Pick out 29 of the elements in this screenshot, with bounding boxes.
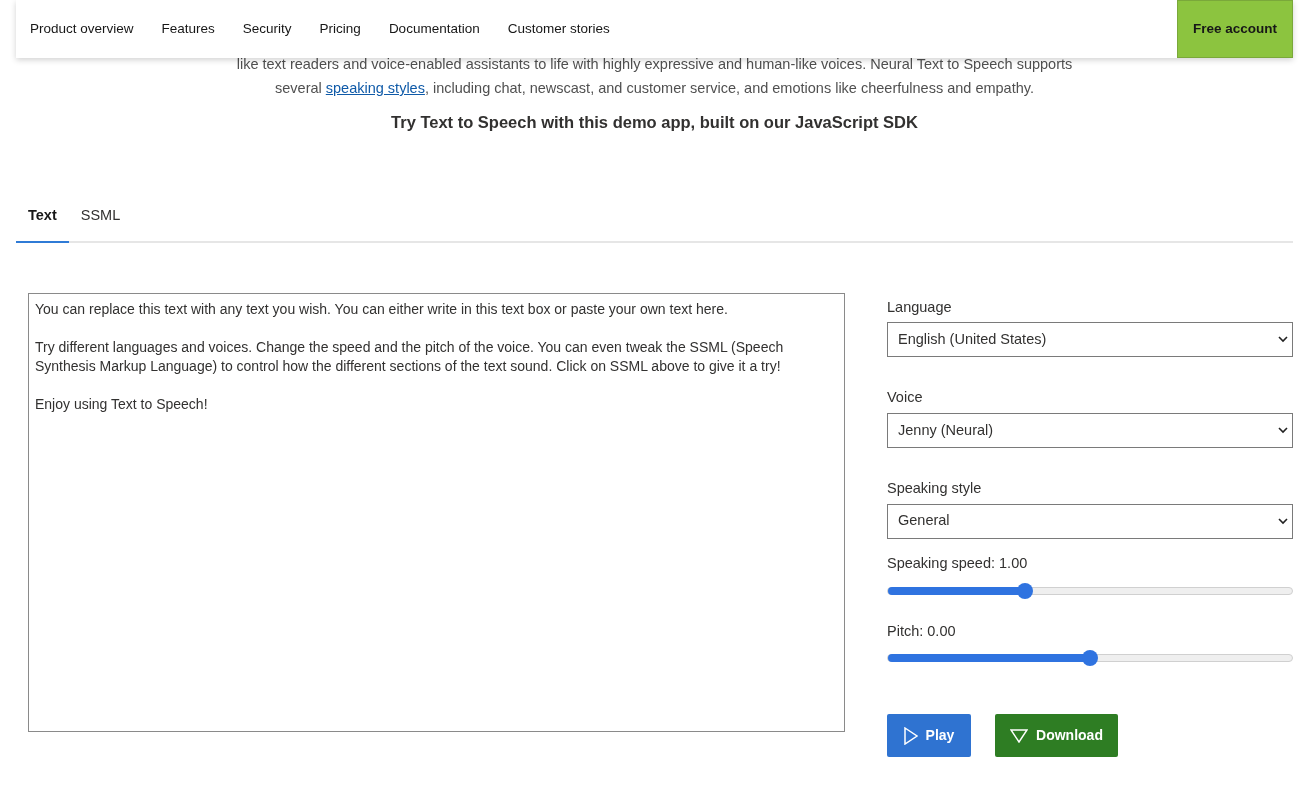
field-label: Speaking style: [887, 479, 983, 498]
tab[interactable]: SSML: [68, 204, 133, 243]
chevron-down-icon: [1278, 427, 1288, 434]
chevron-down-icon: [1278, 336, 1288, 344]
section-heading: Try Text to Speech with this demo app, built on our JavaScript SDK: [391, 112, 918, 133]
triangle-down-icon: [1010, 728, 1029, 743]
speaking-styles-link[interactable]: speaking styles: [325, 80, 425, 96]
nav-link[interactable]: Customer stories: [507, 18, 610, 40]
dropdown[interactable]: Jenny (Neural): [887, 413, 1293, 448]
nav-link[interactable]: Features: [161, 18, 215, 40]
nav-link[interactable]: Security: [242, 18, 292, 40]
nav-link[interactable]: Pricing: [319, 18, 361, 40]
nav-link[interactable]: Documentation: [388, 18, 480, 40]
field-label: Pitch: 0.00: [887, 621, 957, 641]
field-label: Language: [887, 297, 953, 317]
field-label: Voice: [887, 388, 924, 408]
text-input[interactable]: You can replace this text with any text you wish. You can either write in this text box or paste your own text here. Try different languages and voices. Change the speed and the pitch of the voice. You can even tweak the SSML (Speech Synthesis Markup Language) to control how the different sections of the text sound. Click on SSML above to give it a try! Enjoy using Text to Speech!: [28, 292, 845, 732]
slider-thumb[interactable]: [1017, 582, 1034, 599]
play-icon: [903, 726, 918, 745]
nav-link[interactable]: Product overview: [30, 18, 134, 40]
chevron-down-icon: [1278, 517, 1288, 525]
slider-thumb[interactable]: [1082, 650, 1098, 667]
tab[interactable]: Text: [16, 204, 69, 243]
dropdown[interactable]: English (United States): [887, 322, 1293, 358]
field-label: Speaking speed: 1.00: [887, 553, 1029, 573]
play-button[interactable]: Play: [887, 714, 971, 758]
download-button[interactable]: Download: [995, 714, 1118, 758]
dropdown[interactable]: General: [887, 503, 1293, 539]
free-account-button[interactable]: Free account: [1176, 0, 1293, 58]
